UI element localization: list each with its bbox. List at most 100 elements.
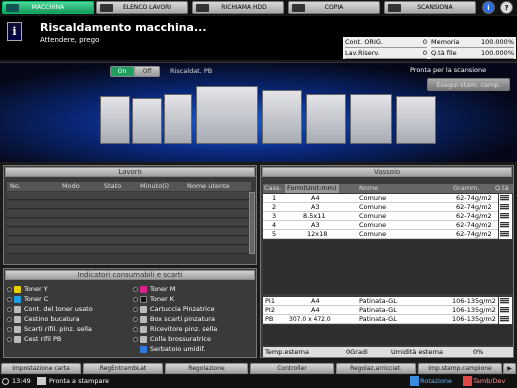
status-dot-icon [133,336,138,342]
preheat-on-button[interactable]: On [110,66,134,77]
consumable-toner-m[interactable]: Toner M [133,284,175,294]
tray-paper-name: Comune [359,194,387,202]
tray-number: 1 [272,194,277,202]
tray-table-header: Cass. Form(Unit:mm) Nome Gramm. Q.tà [263,184,513,193]
tray-row[interactable]: 5 12x18 Comune 62-74g/m2 [263,230,498,239]
consumable-toner-c[interactable]: Toner C [7,294,48,304]
help-icon: ? [504,3,509,12]
tab-controller[interactable]: Controller [250,363,334,374]
rotation-label[interactable]: Rotazione [420,377,452,385]
tray-quantity-column-extra [499,297,512,324]
scan-status-text: Pronta per la scansione [410,66,487,74]
job-table-header: No. Modo Stato Minuto(i) Nome utente [7,182,251,191]
consumable-toner-k[interactable]: Toner K [133,294,174,304]
consumable-staple-cartridge[interactable]: Cartuccia Pinzatrice [133,304,215,314]
reserve-jobs-value: 0 [403,48,427,59]
status-time: 13:49 [12,377,31,385]
job-row[interactable] [7,210,251,218]
outside-humidity-value: 0% [473,348,484,356]
tab-hdd-recall[interactable]: RICHIAMA HDD [192,1,284,14]
consumable-label: Ricevitore pinz. sella [150,325,218,333]
job-row[interactable] [7,237,251,245]
consumable-label: Colla brossuratrice [150,335,211,343]
tray-row[interactable]: PI1 A4 Patinata-GL 106-135g/m2 [263,297,498,306]
tray-row[interactable]: 1 A4 Comune 62-74g/m2 [263,194,498,203]
status-dot-icon [133,306,138,312]
tamb-icon [463,376,472,386]
consumable-label: Cestino bucatura [24,315,80,323]
tray-number: PB [265,315,274,323]
tray-format: A4 [311,194,320,202]
tab-curl-adjust[interactable]: Regolaz.arricciat. [336,363,416,374]
tray-paper-name: Comune [359,212,387,220]
paper-level-icon [500,231,509,237]
orig-count-label: Cont. ORIG. [345,37,403,48]
info-icon: i [7,22,22,41]
tray-col-drawer: Cass. [264,184,282,192]
consumable-label: Cest rifil PB [24,335,62,343]
consumable-humidifier-tank[interactable]: Serbatoio umidif. [133,344,205,354]
consumable-staple-waste[interactable]: Box scarti pinzatura [133,314,215,324]
paper-level-icon [500,222,509,228]
job-row[interactable] [7,192,251,200]
tab-scan[interactable]: SCANSIONA [384,1,476,14]
guide-button[interactable]: i [482,1,495,14]
consumable-punch-bin[interactable]: Cestino bucatura [7,314,80,324]
tray-row[interactable]: PI2 A4 Patinata-GL 106-135g/m2 [263,306,498,315]
tray-row[interactable]: 3 8.5x11 Comune 62-74g/m2 [263,212,498,221]
tab-both-sides-adjust[interactable]: RegEntrambLat [83,363,163,374]
tray-format: 8.5x11 [303,212,326,220]
status-dot-icon [7,286,12,292]
paper-level-icon [500,213,509,219]
consumable-toner-y[interactable]: Toner Y [7,284,48,294]
consumable-label: Toner M [150,285,176,293]
tab-sample-print-setting[interactable]: Imp.stamp.campione [418,363,502,374]
tab-adjustment[interactable]: Regolazione [165,363,248,374]
next-tab-arrow-icon[interactable]: ▶ [503,363,516,374]
tab-job-list[interactable]: ELENCO LAVORI [96,1,188,14]
job-row[interactable] [7,228,251,236]
tab-machine[interactable]: MACCHINA [2,1,94,14]
clock-icon [2,378,9,385]
trim-bin-icon [14,335,21,343]
tab-copy[interactable]: COPIA [288,1,380,14]
consumable-pb-trim[interactable]: Cest rifil PB [7,334,61,344]
tray-row[interactable]: 2 A3 Comune 62-74g/m2 [263,203,498,212]
job-row[interactable] [7,201,251,209]
toner-icon [140,285,147,293]
tab-machine-label: MACCHINA [31,4,65,11]
tray-number: 2 [272,203,277,211]
preheat-off-button[interactable]: Off [134,66,160,77]
tray-quantity-column [499,194,512,239]
info-icon-glyph: i [12,25,17,38]
status-dot-icon [133,286,138,292]
job-panel-title: Lavoro [5,167,255,177]
job-col-minutes: Minuto(i) [140,182,170,190]
job-list-scrollbar[interactable] [249,192,255,254]
job-row[interactable] [7,219,251,227]
guide-icon: i [487,3,490,12]
tray-weight: 106-135g/m2 [452,306,496,314]
status-dot-icon [133,326,138,332]
consumable-waste-toner[interactable]: Cont. del toner usato [7,304,93,314]
preheat-label: Riscaldat. PB [170,67,213,75]
consumable-saddle-receiver[interactable]: Ricevitore pinz. sella [133,324,217,334]
consumable-label: Cartuccia Pinzatrice [150,305,215,313]
tamb-label[interactable]: Tamb/Dev [473,377,505,385]
toner-icon [140,295,147,303]
file-quantity-value: 100.000% [471,48,514,59]
help-button[interactable]: ? [500,1,513,14]
job-row[interactable] [7,246,251,254]
outside-temp-label: Temp.esterna [265,348,309,356]
consumable-saddle-trim[interactable]: Scarti rifil. pinz. sella [7,324,92,334]
tab-paper-setting[interactable]: Impostazione carta [1,363,81,374]
tray-row[interactable]: PB 307.0 x 472.0 Patinata-GL 106-135g/m2 [263,315,498,324]
consumable-binder-glue[interactable]: Colla brossuratrice [133,334,211,344]
receiver-icon [140,325,147,333]
consumable-label: Scarti rifil. pinz. sella [24,325,92,333]
tray-row[interactable]: 4 A3 Comune 62-74g/m2 [263,221,498,230]
tray-weight: 62-74g/m2 [456,221,492,229]
tab-scan-label: SCANSIONA [417,4,453,11]
job-col-mode: Modo [62,182,80,190]
tray-paper-name: Comune [359,203,387,211]
